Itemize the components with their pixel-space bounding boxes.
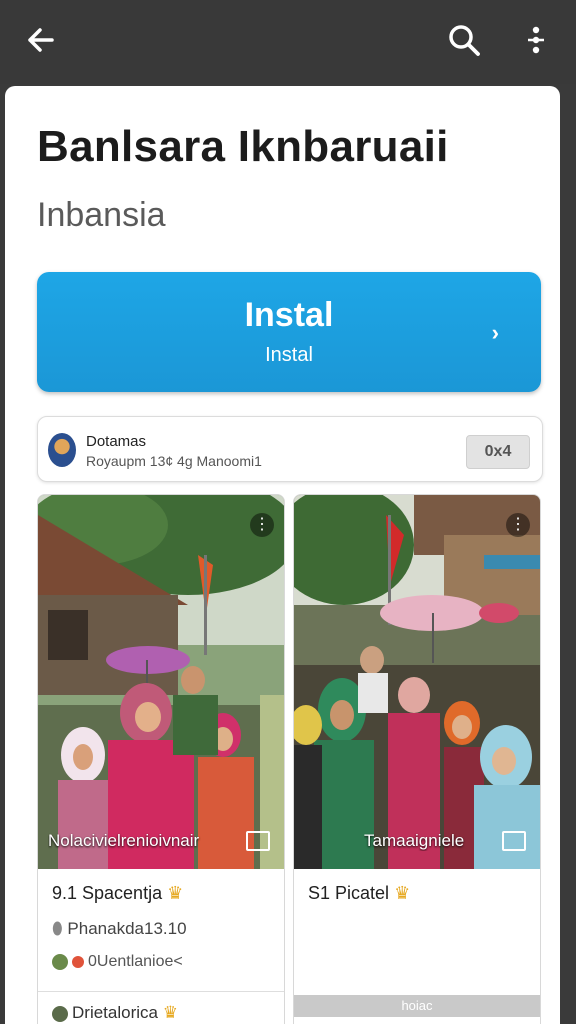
item-meta-text: Phanakda13.10 bbox=[67, 919, 187, 938]
developer-name: Dotamas bbox=[86, 433, 147, 450]
tag-icon: ⬮ bbox=[52, 919, 63, 938]
book-icon[interactable] bbox=[502, 831, 526, 851]
chevron-right-icon: › bbox=[491, 320, 499, 345]
more-options-icon[interactable]: ⋮ bbox=[250, 513, 274, 537]
avatar bbox=[52, 1005, 68, 1022]
app-title: Banlsara Iknbaruaii bbox=[37, 122, 449, 171]
info-tag-button[interactable]: 0x4 bbox=[466, 435, 530, 469]
top-app-bar bbox=[0, 0, 576, 84]
screenshot-card[interactable]: ⋮ Nolacivielrenioivnair 9.1 Spacentja ♛ … bbox=[37, 494, 285, 1024]
avatar bbox=[52, 953, 68, 970]
photo-caption: Tamaaigniele bbox=[364, 831, 465, 850]
book-icon[interactable] bbox=[246, 831, 270, 851]
bottom-label: hoiac bbox=[294, 995, 540, 1017]
app-details-card: Banlsara Iknbaruaii Inbansia Instal Inst… bbox=[5, 86, 560, 1024]
item-footer: Drietalorica ♛ bbox=[52, 1003, 178, 1023]
crown-icon: ♛ bbox=[167, 883, 184, 903]
item-title-text: S1 Picatel bbox=[308, 883, 390, 903]
developer-subtitle: Royaupm 13¢ 4g Manoomi1 bbox=[86, 453, 262, 469]
photo-caption: Nolacivielrenioivnair bbox=[48, 831, 200, 850]
badge-icon bbox=[72, 955, 84, 968]
photo-illustration bbox=[38, 495, 284, 869]
install-sublabel: Instal bbox=[265, 344, 313, 366]
photo-illustration bbox=[294, 495, 540, 869]
item-sub: 0Uentlanioe< bbox=[52, 953, 183, 971]
search-button[interactable] bbox=[442, 18, 486, 62]
screenshot-photo[interactable]: ⋮ Nolacivielrenioivnair bbox=[38, 495, 284, 869]
app-developer[interactable]: Inbansia bbox=[37, 196, 166, 235]
arrow-left-icon bbox=[28, 28, 54, 52]
screenshot-card[interactable]: ⋮ Tamaaigniele S1 Picatel ♛ hoiac bbox=[293, 494, 541, 1024]
developer-info-card[interactable]: Dotamas Royaupm 13¢ 4g Manoomi1 0x4 bbox=[37, 416, 543, 482]
item-title: S1 Picatel ♛ bbox=[308, 883, 410, 904]
item-meta: ⬮ Phanakda13.10 bbox=[52, 919, 187, 939]
install-label: Instal bbox=[244, 296, 334, 334]
item-footer-text: Drietalorica bbox=[72, 1003, 158, 1022]
overflow-icon bbox=[528, 26, 544, 54]
crown-icon: ♛ bbox=[162, 1003, 178, 1022]
more-options-icon[interactable]: ⋮ bbox=[506, 513, 530, 537]
overflow-button[interactable] bbox=[514, 18, 558, 62]
item-title-text: 9.1 Spacentja bbox=[52, 883, 163, 903]
back-button[interactable] bbox=[18, 18, 62, 62]
avatar bbox=[48, 433, 76, 467]
item-sub-text: 0Uentlanioe< bbox=[88, 953, 183, 970]
screenshot-photo[interactable]: ⋮ Tamaaigniele bbox=[294, 495, 540, 869]
divider bbox=[38, 991, 284, 992]
crown-icon: ♛ bbox=[394, 883, 411, 903]
install-button[interactable]: Instal Instal › bbox=[37, 272, 541, 392]
search-icon bbox=[449, 25, 480, 56]
item-title: 9.1 Spacentja ♛ bbox=[52, 883, 183, 904]
